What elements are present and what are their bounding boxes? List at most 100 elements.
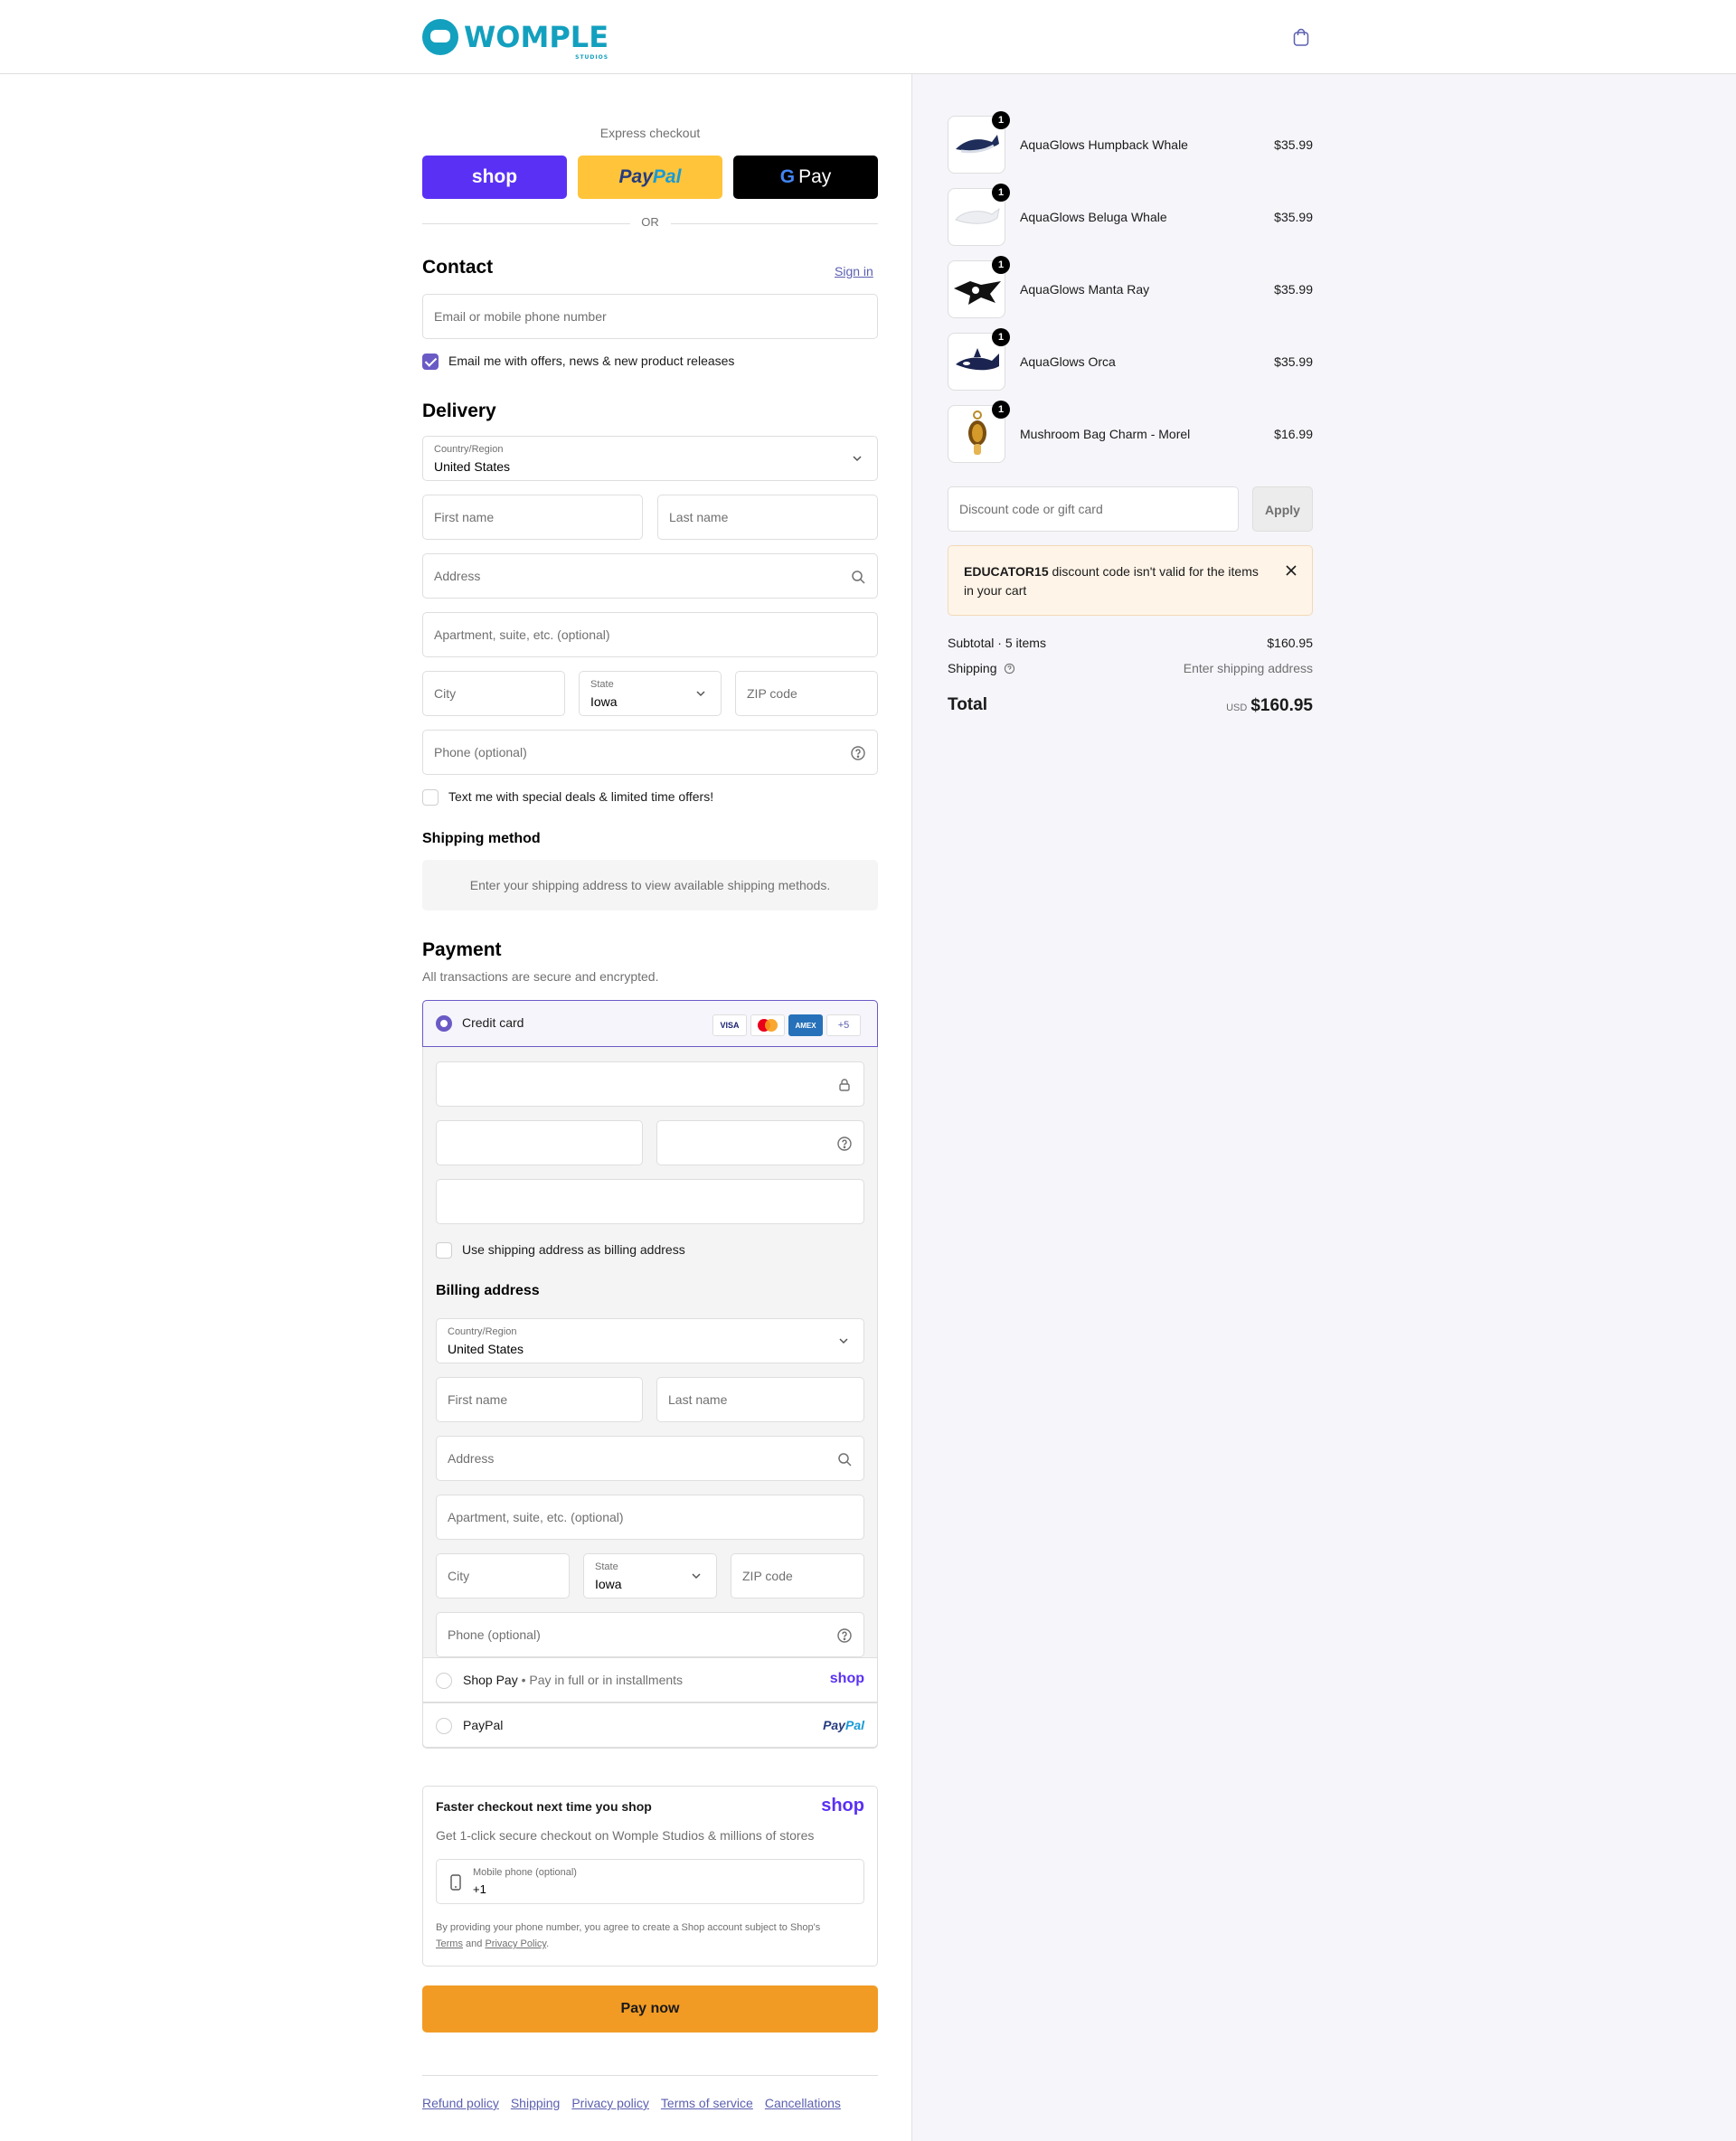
help-icon[interactable]	[836, 1136, 853, 1152]
currency-label: USD	[1226, 703, 1248, 713]
mobile-phone-field[interactable]: Mobile phone (optional) +1	[436, 1859, 864, 1904]
cart-item: 1 AquaGlows Manta Ray $35.99	[948, 256, 1313, 318]
expiration-date-field[interactable]	[436, 1120, 643, 1165]
chevron-down-icon	[692, 1573, 701, 1580]
apply-discount-button[interactable]: Apply	[1252, 486, 1313, 532]
billing-apartment-field[interactable]: Apartment, suite, etc. (optional)	[436, 1495, 864, 1540]
total-amount: USD $160.95	[1226, 696, 1313, 716]
pay-now-button[interactable]: Pay now	[422, 1985, 878, 2033]
address-field[interactable]: Address	[422, 553, 878, 599]
credit-card-radio[interactable]	[436, 1015, 452, 1032]
item-name: AquaGlows Humpback Whale	[1020, 137, 1188, 152]
more-cards-badge: +5	[826, 1014, 861, 1036]
billing-phone-field[interactable]: Phone (optional)	[436, 1612, 864, 1657]
apartment-field[interactable]: Apartment, suite, etc. (optional)	[422, 612, 878, 657]
mobile-phone-icon	[450, 1874, 461, 1891]
item-price: $35.99	[1274, 210, 1313, 224]
email-field[interactable]: Email or mobile phone number	[422, 294, 878, 339]
shipping-notice: Enter your shipping address to view avai…	[422, 860, 878, 910]
paypal-logo: PayPal	[823, 1718, 864, 1732]
cart-item: 1 AquaGlows Humpback Whale $35.99	[948, 111, 1313, 174]
shop-pay-option[interactable]: Shop Pay • Pay in full or in installment…	[422, 1657, 878, 1702]
payment-title: Payment	[422, 939, 502, 960]
brand-logo[interactable]: WOMPLE STUDIOS	[422, 17, 609, 61]
discount-code-field[interactable]: Discount code or gift card	[948, 486, 1239, 532]
shop-legal-text: By providing your phone number, you agre…	[436, 1922, 821, 1949]
help-icon[interactable]	[1004, 663, 1015, 674]
shipping-value: Enter shipping address	[1183, 661, 1313, 675]
state-select[interactable]: State Iowa	[579, 671, 722, 716]
shop-pay-express-button[interactable]: shop	[422, 156, 567, 199]
amex-icon: AMEX	[788, 1014, 823, 1036]
credit-card-option[interactable]: Credit card VISA AMEX +5	[422, 1000, 878, 1047]
cancellations-link[interactable]: Cancellations	[765, 2096, 841, 2110]
google-g-icon: G	[779, 166, 796, 187]
shop-logo: shop	[821, 1796, 864, 1816]
subtotal-row: Subtotal · 5 items $160.95	[948, 636, 1313, 650]
footer-divider	[422, 2075, 878, 2076]
brand-name: WOMPLE STUDIOS	[464, 20, 609, 61]
terms-of-service-link[interactable]: Terms of service	[661, 2096, 753, 2110]
name-on-card-field[interactable]	[436, 1179, 864, 1224]
billing-address-field[interactable]: Address	[436, 1436, 864, 1481]
item-name: Mushroom Bag Charm - Morel	[1020, 427, 1191, 441]
shop-pay-radio[interactable]	[436, 1673, 452, 1689]
zip-field[interactable]: ZIP code	[735, 671, 878, 716]
mastercard-icon	[750, 1014, 785, 1036]
billing-first-name-field[interactable]: First name	[436, 1377, 643, 1422]
shopping-bag-icon[interactable]	[1291, 27, 1311, 47]
close-icon[interactable]	[1285, 564, 1297, 577]
shipping-row: Shipping Enter shipping address	[948, 661, 1313, 675]
country-select[interactable]: Country/Region United States	[422, 436, 878, 481]
billing-state-select[interactable]: State Iowa	[583, 1553, 717, 1599]
billing-last-name-field[interactable]: Last name	[656, 1377, 864, 1422]
footer-links: Refund policy Shipping Privacy policy Te…	[422, 2096, 841, 2110]
billing-zip-field[interactable]: ZIP code	[731, 1553, 864, 1599]
refund-policy-link[interactable]: Refund policy	[422, 2096, 499, 2110]
help-icon[interactable]	[850, 745, 866, 761]
paypal-option[interactable]: PayPal PayPal	[422, 1702, 878, 1748]
billing-address-title: Billing address	[436, 1283, 540, 1298]
shop-pay-logo: shop	[829, 1671, 864, 1686]
quantity-badge: 1	[992, 328, 1010, 346]
shipping-link[interactable]: Shipping	[511, 2096, 561, 2110]
sign-in-link[interactable]: Sign in	[835, 264, 873, 278]
paypal-radio[interactable]	[436, 1718, 452, 1734]
item-name: AquaGlows Beluga Whale	[1020, 210, 1167, 224]
shop-terms-link[interactable]: Terms	[436, 1938, 463, 1949]
city-field[interactable]: City	[422, 671, 565, 716]
quantity-badge: 1	[992, 184, 1010, 202]
billing-country-select[interactable]: Country/Region United States	[436, 1318, 864, 1363]
shop-privacy-link[interactable]: Privacy Policy	[485, 1938, 546, 1949]
quantity-badge: 1	[992, 401, 1010, 419]
card-number-field[interactable]	[436, 1061, 864, 1107]
email-offers-checkbox[interactable]	[422, 354, 439, 370]
text-offers-label: Text me with special deals & limited tim…	[448, 789, 714, 804]
total-label: Total	[948, 695, 987, 714]
paypal-express-button[interactable]: Pay Pal	[578, 156, 722, 199]
chevron-down-icon	[853, 456, 862, 462]
privacy-policy-link[interactable]: Privacy policy	[571, 2096, 649, 2110]
logo-mark-icon	[422, 19, 458, 55]
google-pay-express-button[interactable]: G Pay	[733, 156, 878, 199]
phone-field[interactable]: Phone (optional)	[422, 730, 878, 775]
shop-promo-title: Faster checkout next time you shop	[436, 1799, 652, 1814]
item-name: AquaGlows Orca	[1020, 354, 1116, 369]
quantity-badge: 1	[992, 111, 1010, 129]
total-row: Total USD $160.95	[948, 695, 1313, 719]
credit-card-label: Credit card	[462, 1015, 524, 1030]
use-shipping-label: Use shipping address as billing address	[462, 1242, 685, 1257]
billing-city-field[interactable]: City	[436, 1553, 570, 1599]
security-code-field[interactable]	[656, 1120, 864, 1165]
chevron-down-icon	[696, 691, 705, 697]
use-shipping-checkbox[interactable]	[436, 1242, 452, 1259]
text-offers-checkbox[interactable]	[422, 789, 439, 806]
item-price: $35.99	[1274, 354, 1313, 369]
help-icon[interactable]	[836, 1627, 853, 1644]
subtotal-value: $160.95	[1267, 636, 1313, 650]
first-name-field[interactable]: First name	[422, 495, 643, 540]
contact-title: Contact	[422, 257, 494, 278]
last-name-field[interactable]: Last name	[657, 495, 878, 540]
chevron-down-icon	[839, 1338, 848, 1344]
quantity-badge: 1	[992, 256, 1010, 274]
